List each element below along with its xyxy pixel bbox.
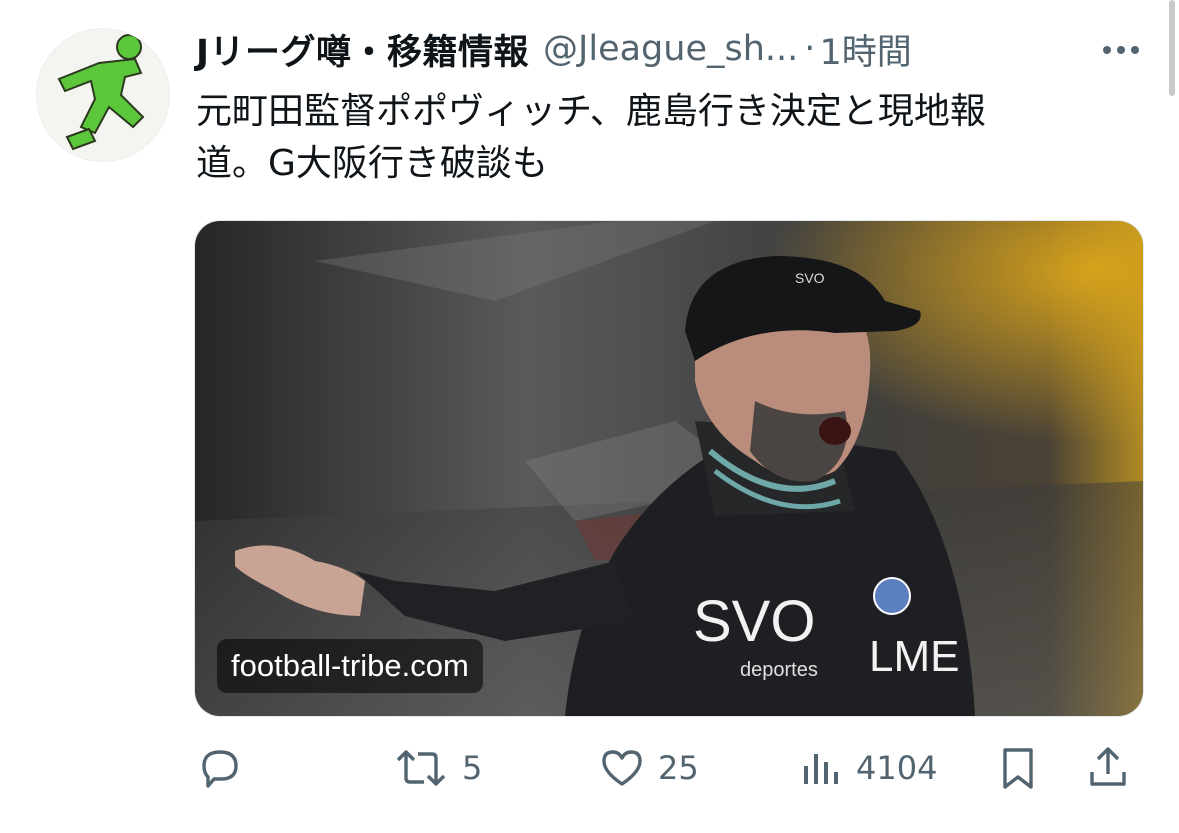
jacket-logo-text: SVO <box>693 589 816 654</box>
bookmark-icon <box>1003 748 1033 789</box>
views-icon <box>804 754 838 784</box>
avatar[interactable] <box>36 28 170 162</box>
share-icon <box>1090 747 1126 786</box>
jacket-logo-text-2: LME <box>869 632 959 681</box>
more-dot-icon <box>1103 46 1111 54</box>
cap-logo-text: SVO <box>795 270 825 286</box>
tweet-text: 元町田監督ポポヴィッチ、鹿島行き決定と現地報 道。G大阪行き破談も <box>196 86 1156 190</box>
tweet-header: Jリーグ噂・移籍情報 @Jleague_sh... · 1時間 <box>196 24 1146 74</box>
more-dot-icon <box>1131 46 1139 54</box>
separator: · <box>804 29 816 69</box>
share-button[interactable] <box>1084 740 1132 796</box>
author-name[interactable]: Jリーグ噂・移籍情報 <box>196 24 529 75</box>
author-handle[interactable]: @Jleague_sh... <box>543 29 798 69</box>
views-count: 4104 <box>856 749 938 787</box>
like-button[interactable]: 25 <box>598 740 699 796</box>
more-options-button[interactable] <box>1094 32 1148 68</box>
running-figure-logo <box>37 29 169 161</box>
reply-button[interactable] <box>196 740 244 796</box>
tweet-actions-bar: 5 25 4104 <box>196 740 1146 796</box>
retweet-button[interactable]: 5 <box>392 740 482 796</box>
more-dot-icon <box>1117 46 1125 54</box>
tweet-text-line: 元町田監督ポポヴィッチ、鹿島行き決定と現地報 <box>196 91 986 132</box>
like-count: 25 <box>658 749 699 787</box>
retweet-count: 5 <box>462 749 483 787</box>
jacket-small-text: deportes <box>740 659 818 681</box>
scrollbar[interactable] <box>1165 0 1179 833</box>
retweet-icon <box>396 750 446 786</box>
club-crest-icon <box>873 577 911 615</box>
bookmark-button[interactable] <box>996 740 1040 796</box>
scrollbar-thumb[interactable] <box>1169 0 1175 96</box>
tweet-media-card[interactable]: SVO SVO LME deportes football-tribe.com <box>194 220 1144 717</box>
tweet-text-line: 道。G大阪行き破談も <box>196 143 548 184</box>
views-button[interactable]: 4104 <box>800 740 937 796</box>
reply-icon <box>202 750 238 788</box>
link-domain-badge[interactable]: football-tribe.com <box>217 639 483 693</box>
heart-icon <box>602 750 642 786</box>
timestamp[interactable]: 1時間 <box>819 24 911 75</box>
